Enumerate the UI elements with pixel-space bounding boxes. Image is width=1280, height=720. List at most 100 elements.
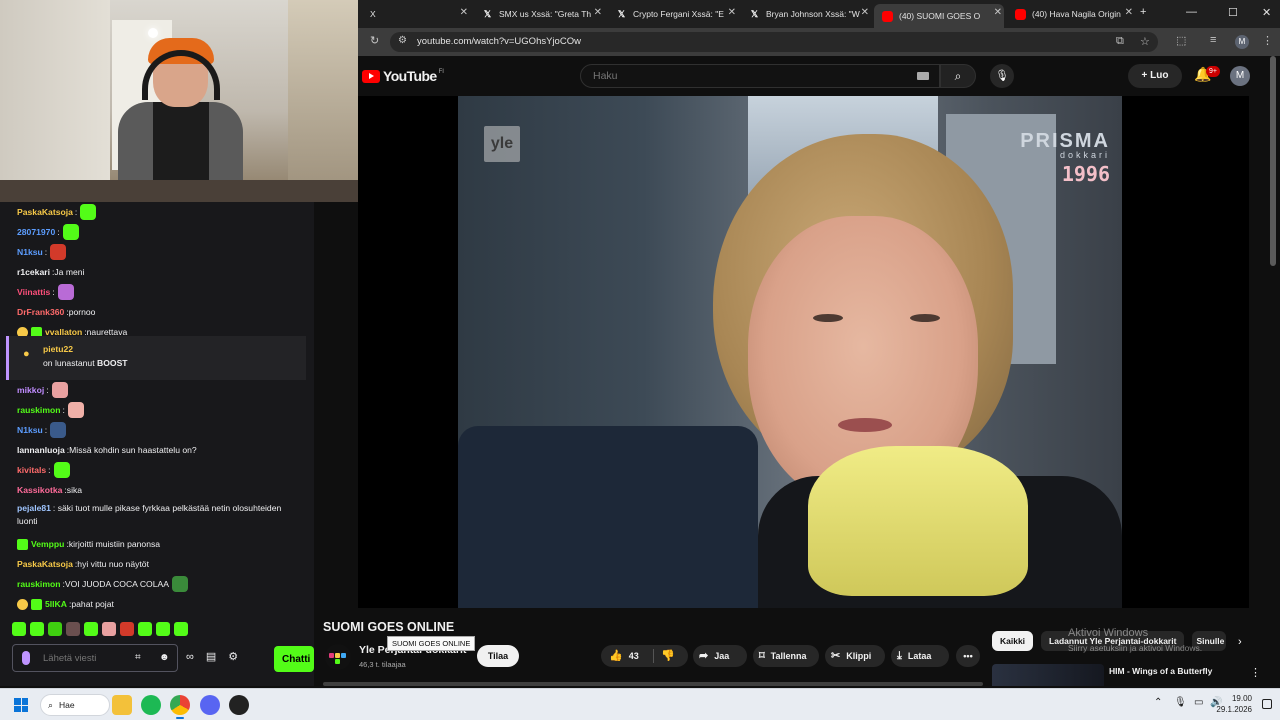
emote-icon[interactable] [48, 622, 62, 636]
chat-username[interactable]: DrFrank360 [17, 307, 64, 317]
windows-start-icon[interactable] [14, 698, 28, 712]
page-scrollbar[interactable] [1270, 56, 1276, 266]
emote-icon[interactable] [174, 622, 188, 636]
close-window-icon[interactable]: ✕ [1262, 6, 1271, 19]
minimize-icon[interactable]: — [1186, 6, 1197, 18]
chat-username[interactable]: r1cekari [17, 267, 50, 277]
settings-icon[interactable]: ⚙ [228, 650, 238, 663]
chat-username[interactable]: N1ksu [17, 247, 43, 257]
search-input[interactable] [593, 68, 893, 84]
chat-username[interactable]: 5IIKA [45, 599, 67, 609]
emoji-icon[interactable]: ☻ [159, 652, 170, 663]
video-frame[interactable]: yle PRISMA dokkari 1996 [458, 96, 1122, 608]
emote-icon[interactable] [66, 622, 80, 636]
translate-icon[interactable]: ⌗ [135, 652, 141, 663]
spotify-icon[interactable] [141, 695, 161, 715]
new-tab-icon[interactable]: + [1140, 6, 1146, 18]
chat-emote-icon[interactable] [51, 382, 68, 398]
voice-search-button[interactable]: 🎙 [990, 64, 1014, 88]
emote-icon[interactable] [12, 622, 26, 636]
keyboard-icon[interactable] [917, 72, 929, 80]
download-button[interactable]: ⤓ Lataa [891, 645, 949, 667]
user-badge-icon[interactable] [17, 598, 28, 610]
browser-tab[interactable]: (40) Hava Nagila Origin ✕ [1007, 4, 1135, 24]
chat-username[interactable]: 28071970 [17, 227, 55, 237]
chat-input-box[interactable]: ⌗ ☻ [12, 644, 178, 672]
store-icon[interactable]: ▤ [206, 650, 216, 663]
chat-send-button[interactable]: Chatti [274, 646, 314, 672]
clock[interactable]: 19.00 29.1.2026 [1216, 693, 1252, 715]
chat-username[interactable]: rauskimon [17, 405, 60, 415]
chat-emote-icon[interactable] [53, 462, 70, 478]
bookmark-star-icon[interactable]: ☆ [1140, 35, 1150, 48]
tray-mic-icon[interactable]: 🎙 [1174, 697, 1187, 708]
user-badge-icon[interactable] [31, 598, 42, 610]
site-info-icon[interactable]: ⚙ [398, 35, 407, 46]
chat-username[interactable]: kivitals [17, 465, 46, 475]
chat-username[interactable]: Vemppu [31, 539, 64, 549]
emote-icon[interactable] [156, 622, 170, 636]
chat-username[interactable]: lannanluoja [17, 445, 65, 455]
discord-icon[interactable] [200, 695, 220, 715]
tray-expand-icon[interactable]: ⌃ [1154, 697, 1162, 708]
emote-icon[interactable] [102, 622, 116, 636]
emote-icon[interactable] [84, 622, 98, 636]
chat-username[interactable]: Viinattis [17, 287, 50, 297]
youtube-logo[interactable]: YouTube FI [362, 68, 444, 84]
emote-icon[interactable] [138, 622, 152, 636]
chat-username[interactable]: N1ksu [17, 425, 43, 435]
chat-username[interactable]: rauskimon [17, 579, 60, 589]
mic-icon[interactable] [22, 651, 30, 665]
notification-center-icon[interactable] [1262, 699, 1272, 709]
chat-emote-icon[interactable] [50, 422, 67, 438]
chat-emote-icon[interactable] [67, 402, 84, 418]
chat-username[interactable]: mikkoj [17, 385, 44, 395]
account-avatar[interactable]: M [1230, 66, 1250, 86]
share-button[interactable]: ➦ Jaa [693, 645, 747, 667]
maximize-icon[interactable]: ☐ [1228, 6, 1238, 19]
filter-chip[interactable]: Kaikki [992, 631, 1034, 651]
subscribe-button[interactable]: Tilaa [477, 645, 519, 667]
more-vertical-icon[interactable]: ⋮ [1250, 666, 1261, 679]
file-explorer-icon[interactable] [112, 695, 132, 715]
browser-tab[interactable]: 𝕏 SMX us Xssä: "Greta Th ✕ [474, 4, 604, 24]
points-icon[interactable]: ∞ [186, 651, 194, 663]
chat-emote-icon[interactable] [62, 224, 79, 240]
chat-username[interactable]: PaskaKatsoja [17, 207, 73, 217]
search-box[interactable] [580, 64, 940, 88]
profile-avatar[interactable]: M [1235, 35, 1249, 49]
browser-tab[interactable]: 𝕏 Crypto Fergani Xssä: "E ✕ [608, 4, 738, 24]
network-icon[interactable]: ▭ [1194, 697, 1203, 708]
url-text[interactable]: youtube.com/watch?v=UGOhsYjoCOw [417, 36, 581, 47]
chat-emote-icon[interactable] [50, 244, 67, 260]
browser-tab[interactable]: 𝕏 Bryan Johnson Xssä: "W ✕ [741, 4, 871, 24]
menu-kebab-icon[interactable]: ⋮ [1262, 34, 1273, 47]
chat-emote-icon[interactable] [80, 204, 97, 220]
like-button[interactable]: 👍 43 👎 [601, 645, 688, 667]
channel-avatar[interactable] [325, 644, 351, 670]
tab-close-icon[interactable]: ✕ [1125, 7, 1133, 18]
thumbs-down-icon[interactable]: 👎 [661, 645, 675, 667]
chat-username[interactable]: Kassikotka [17, 485, 62, 495]
tab-close-icon[interactable]: ✕ [861, 7, 869, 18]
clip-button[interactable]: ✂ Klippi [825, 645, 885, 667]
reload-icon[interactable]: ↻ [370, 34, 379, 47]
tab-close-icon[interactable]: ✕ [728, 7, 736, 18]
recommendation-title[interactable]: HIM - Wings of a Butterfly [1109, 666, 1212, 676]
browser-tab[interactable]: 𝕏X✕ [362, 4, 470, 24]
save-button[interactable]: ⌑ Tallenna [753, 645, 819, 667]
emote-icon[interactable] [120, 622, 134, 636]
extensions-icon[interactable]: ⬚ [1176, 34, 1186, 47]
taskbar-search[interactable]: ⌕ Hae [40, 694, 110, 716]
emote-icon[interactable] [30, 622, 44, 636]
chat-emote-icon[interactable] [171, 576, 188, 592]
search-button[interactable]: ⌕ [940, 64, 976, 88]
emote-bar[interactable] [12, 622, 188, 636]
chat-input[interactable] [43, 650, 123, 666]
chat-username[interactable]: pejale81 [17, 503, 51, 513]
user-badge-icon[interactable] [17, 538, 28, 550]
chat-username[interactable]: PaskaKatsoja [17, 559, 73, 569]
chevron-right-icon[interactable]: › [1238, 636, 1242, 648]
tab-close-icon[interactable]: ✕ [994, 7, 1002, 18]
install-icon[interactable]: ⧉ [1116, 35, 1124, 48]
